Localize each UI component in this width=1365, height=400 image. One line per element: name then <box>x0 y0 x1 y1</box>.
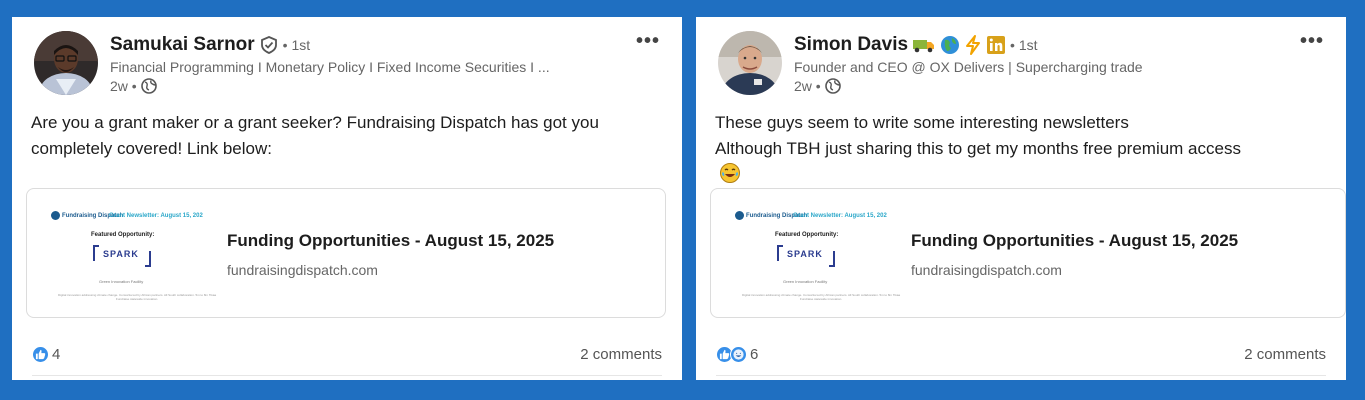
link-domain: fundraisingdispatch.com <box>227 262 378 278</box>
globe-emoji-icon <box>940 35 960 55</box>
post-card: Simon Davis • 1st Founder and CEO @ OX D… <box>696 17 1346 380</box>
link-domain: fundraisingdispatch.com <box>911 262 1062 278</box>
reaction-count: 4 <box>52 345 61 363</box>
post-text: These guys seem to write some interestin… <box>715 110 1326 192</box>
lightning-emoji-icon <box>964 35 982 55</box>
comments-count[interactable]: 2 comments <box>580 346 662 363</box>
linkedin-emoji-icon <box>986 35 1006 55</box>
reactions-summary[interactable]: 4 <box>32 345 61 363</box>
post-card: Samukai Sarnor • 1st Financial Programmi… <box>12 17 682 380</box>
spark-logo: SPARK <box>93 243 151 267</box>
link-title[interactable]: Funding Opportunities - August 15, 2025 <box>911 231 1238 251</box>
social-counts: 4 2 comments <box>32 343 662 365</box>
author-name[interactable]: Samukai Sarnor <box>110 34 255 56</box>
link-title[interactable]: Funding Opportunities - August 15, 2025 <box>227 231 554 251</box>
author-headline: Financial Programming I Monetary Policy … <box>110 59 550 75</box>
author-headline: Founder and CEO @ OX Delivers | Supercha… <box>794 59 1143 75</box>
reaction-count: 6 <box>750 345 759 363</box>
divider <box>32 375 662 376</box>
connection-degree: • 1st <box>1010 37 1038 53</box>
author-avatar[interactable] <box>34 31 98 95</box>
link-thumbnail[interactable]: Fundraising Dispatch Grant Newsletter: A… <box>731 207 901 307</box>
divider <box>716 375 1326 376</box>
funny-reaction-icon <box>730 345 747 363</box>
author-avatar[interactable] <box>718 31 782 95</box>
connection-degree: • 1st <box>282 37 311 53</box>
post-header: Simon Davis • 1st Founder and CEO @ OX D… <box>794 33 1286 95</box>
comments-count[interactable]: 2 comments <box>1244 346 1326 363</box>
link-preview-card[interactable]: Fundraising Dispatch Grant Newsletter: A… <box>710 188 1346 318</box>
link-thumbnail[interactable]: Fundraising Dispatch Grant Newsletter: A… <box>47 207 217 307</box>
truck-emoji-icon <box>912 35 936 55</box>
globe-icon <box>140 78 157 94</box>
verified-badge-icon <box>259 35 279 55</box>
post-time: 2w • <box>794 78 821 94</box>
post-header: Samukai Sarnor • 1st Financial Programmi… <box>110 33 622 95</box>
social-counts: 6 2 comments <box>716 343 1326 365</box>
spark-logo: SPARK <box>777 243 835 267</box>
link-preview-card[interactable]: Fundraising Dispatch Grant Newsletter: A… <box>26 188 666 318</box>
more-options-icon[interactable]: ••• <box>1300 30 1324 53</box>
author-name[interactable]: Simon Davis <box>794 34 908 56</box>
more-options-icon[interactable]: ••• <box>636 30 660 53</box>
post-time: 2w • <box>110 78 137 94</box>
post-text: Are you a grant maker or a grant seeker?… <box>31 113 599 158</box>
like-reaction-icon <box>32 345 49 363</box>
reactions-summary[interactable]: 6 <box>716 345 759 363</box>
globe-icon <box>824 78 841 94</box>
